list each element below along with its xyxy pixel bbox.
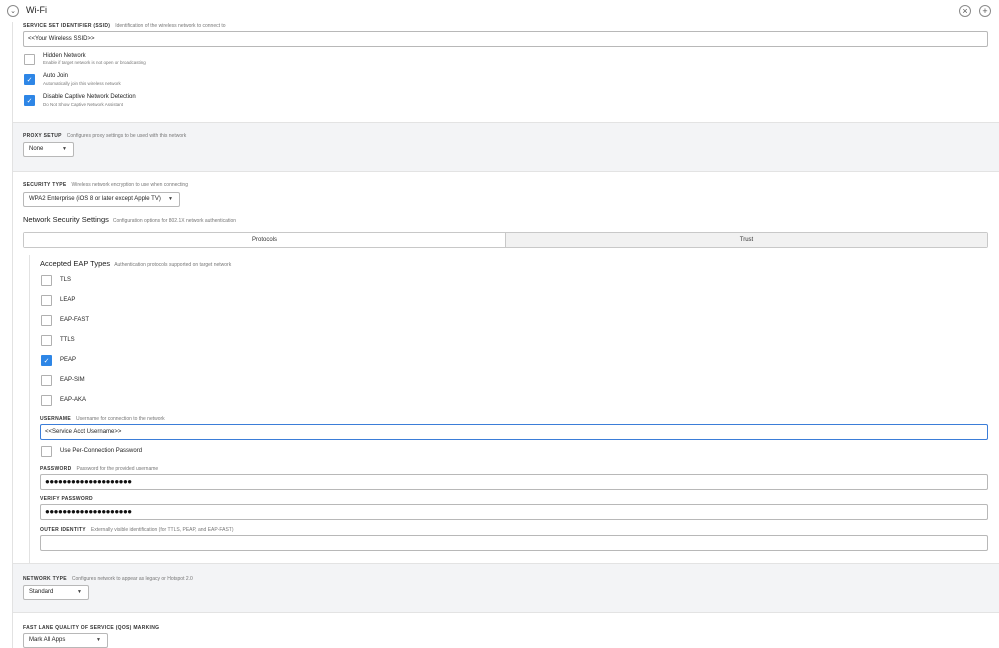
network-type-label: NETWORK TYPE Configures network to appear… <box>23 576 193 582</box>
ssid-section: SERVICE SET IDENTIFIER (SSID) Identificat… <box>13 18 999 122</box>
tab-protocols[interactable]: Protocols <box>24 233 505 247</box>
page-title: Wi-Fi <box>26 5 47 15</box>
password-input[interactable]: ●●●●●●●●●●●●●●●●●●●● <box>40 474 988 490</box>
ssid-input[interactable]: <<Your Wireless SSID>> <box>23 31 988 47</box>
plus-icon[interactable]: + <box>979 5 991 17</box>
eap-tls-label: TLS <box>60 277 72 283</box>
per-connection-password-label: Use Per-Connection Password <box>60 448 143 454</box>
network-type-section: NETWORK TYPE Configures network to appear… <box>13 563 999 613</box>
captive-detection-checkbox[interactable]: ✓ <box>24 95 35 106</box>
qos-label: FAST LANE QUALITY OF SERVICE (QOS) MARKI… <box>23 625 160 631</box>
captive-detection-label: Disable Captive Network Detection <box>43 94 136 100</box>
caret-down-icon: ▼ <box>96 637 101 643</box>
verify-password-label: VERIFY PASSWORD <box>40 496 93 502</box>
protocols-panel: Accepted EAP Types Authentication protoco… <box>13 255 999 563</box>
tab-trust[interactable]: Trust <box>505 233 987 247</box>
proxy-section: PROXY SETUP Configures proxy settings to … <box>13 122 999 172</box>
caret-down-icon: ▼ <box>62 146 67 152</box>
panel-guide <box>29 255 30 563</box>
ssid-label: SERVICE SET IDENTIFIER (SSID) Identificat… <box>23 23 226 29</box>
eap-leap-checkbox[interactable] <box>41 295 52 306</box>
qos-select[interactable]: Mark All Apps ▼ <box>23 633 108 648</box>
verify-password-input[interactable]: ●●●●●●●●●●●●●●●●●●●● <box>40 504 988 520</box>
captive-detection-desc: Do Not Show Captive Network Assistant <box>43 102 124 107</box>
username-label: USERNAME Username for connection to the n… <box>40 416 165 422</box>
eap-ttls-checkbox[interactable] <box>41 335 52 346</box>
network-security-heading: Network Security Settings Configuration o… <box>23 215 237 224</box>
eap-fast-label: EAP-FAST <box>60 317 90 323</box>
eap-sim-label: EAP-SIM <box>60 377 85 383</box>
eap-peap-checkbox[interactable]: ✓ <box>41 355 52 366</box>
hidden-network-checkbox[interactable] <box>24 54 35 65</box>
security-tabs: Protocols Trust <box>23 232 988 248</box>
security-section: SECURITY TYPE Wireless network encryption… <box>13 172 999 255</box>
eap-types-heading: Accepted EAP Types Authentication protoco… <box>40 259 232 268</box>
per-connection-password-checkbox[interactable] <box>41 446 52 457</box>
security-type-label: SECURITY TYPE Wireless network encryption… <box>23 182 188 188</box>
checkmark-icon: ✓ <box>43 357 50 365</box>
eap-aka-checkbox[interactable] <box>41 395 52 406</box>
network-type-select[interactable]: Standard ▼ <box>23 585 89 600</box>
caret-down-icon: ▼ <box>168 196 173 202</box>
checkmark-icon: ✓ <box>26 76 33 84</box>
proxy-select[interactable]: None ▼ <box>23 142 74 157</box>
checkmark-icon: ✓ <box>26 97 33 105</box>
auto-join-label: Auto Join <box>43 73 69 79</box>
close-icon[interactable]: × <box>959 5 971 17</box>
eap-tls-checkbox[interactable] <box>41 275 52 286</box>
security-type-select[interactable]: WPA2 Enterprise (iOS 8 or later except A… <box>23 192 180 207</box>
hidden-network-desc: Enable if target network is not open or … <box>43 60 146 65</box>
password-label: PASSWORD Password for the provided userna… <box>40 466 159 472</box>
hidden-network-label: Hidden Network <box>43 53 86 59</box>
eap-sim-checkbox[interactable] <box>41 375 52 386</box>
eap-aka-label: EAP-AKA <box>60 397 87 403</box>
chevron-down-icon[interactable]: ⌄ <box>7 5 19 17</box>
username-input[interactable]: <<Service Acct Username>> <box>40 424 988 440</box>
auto-join-checkbox[interactable]: ✓ <box>24 74 35 85</box>
outer-identity-label: OUTER IDENTITY Externally visible identif… <box>40 527 234 533</box>
proxy-label: PROXY SETUP Configures proxy settings to … <box>23 133 187 139</box>
eap-ttls-label: TTLS <box>60 337 75 343</box>
qos-section: FAST LANE QUALITY OF SERVICE (QOS) MARKI… <box>13 613 999 648</box>
eap-peap-label: PEAP <box>60 357 77 363</box>
auto-join-desc: Automatically join this wireless network <box>43 81 121 86</box>
eap-leap-label: LEAP <box>60 297 76 303</box>
eap-fast-checkbox[interactable] <box>41 315 52 326</box>
outer-identity-input[interactable] <box>40 535 988 551</box>
caret-down-icon: ▼ <box>77 589 82 595</box>
